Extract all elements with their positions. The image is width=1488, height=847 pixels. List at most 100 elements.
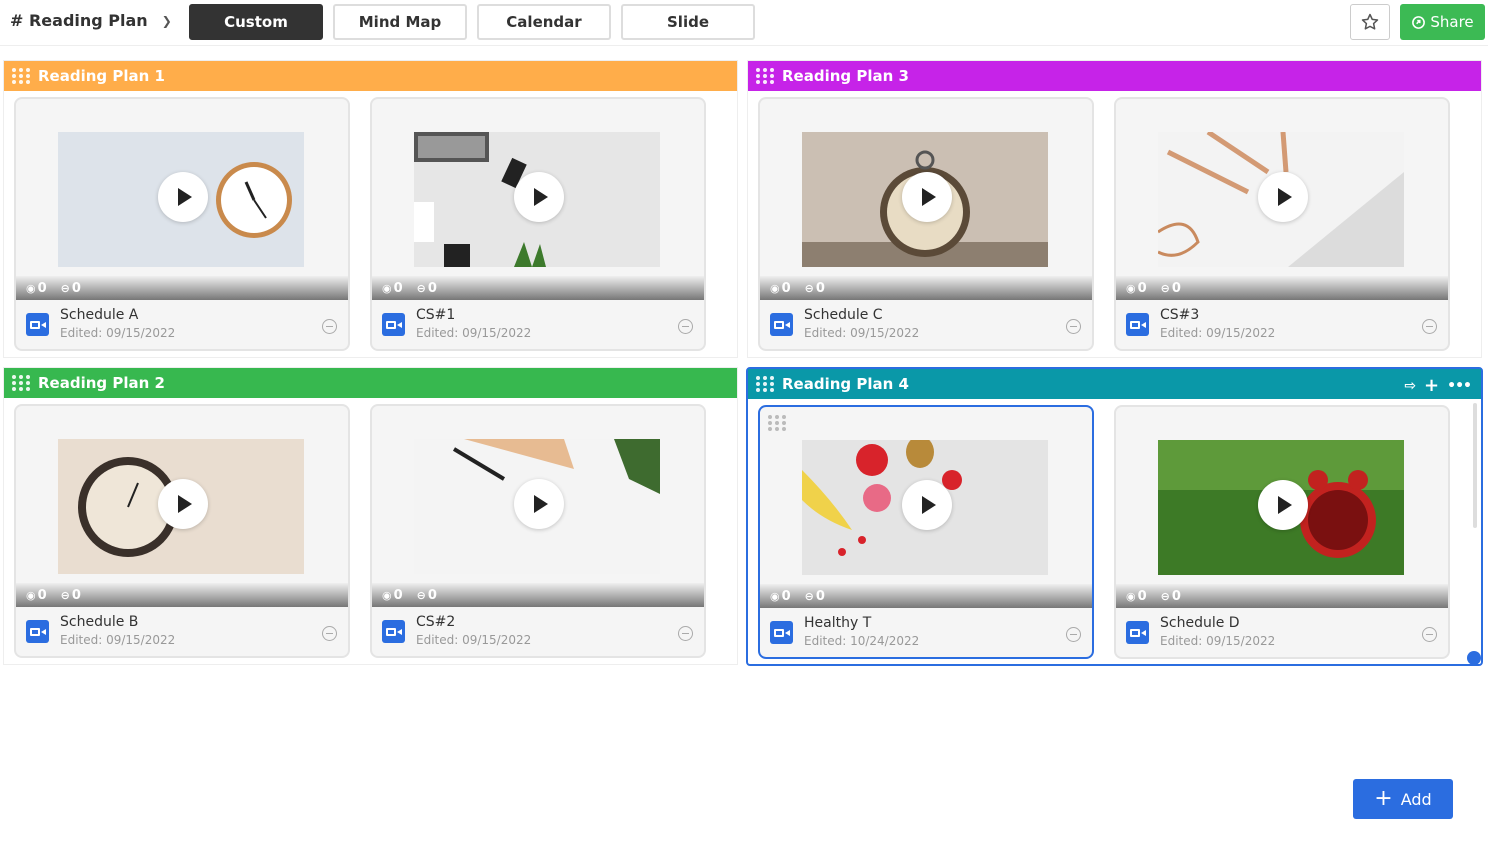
remove-icon[interactable] [1066,319,1081,334]
stats-bar: ◉ 0 ⊖ 0 [372,583,704,607]
card-cs3[interactable]: ◉ 0 ⊖ 0 CS#3 Edited: 09/15/2022 [1114,97,1450,351]
video-icon [1126,313,1149,336]
play-button[interactable] [514,479,564,529]
card-schedule-d[interactable]: ◉ 0 ⊖ 0 Schedule D Edited: 09/15/2022 [1114,405,1450,659]
comment-count: ⊖ 0 [1160,588,1181,604]
remove-icon[interactable] [678,319,693,334]
card-schedule-b[interactable]: ◉ 0 ⊖ 0 Schedule B Edited: 09/15/2022 [14,404,350,658]
comment-count: ⊖ 0 [416,280,437,296]
video-icon [26,313,49,336]
remove-icon[interactable] [1422,627,1437,642]
board-title-dropdown[interactable]: # Reading Plan ❯ [10,11,172,30]
tab-mind-map[interactable]: Mind Map [333,4,467,40]
card-title: CS#3 [1160,307,1200,323]
card-cs2[interactable]: ◉ 0 ⊖ 0 CS#2 Edited: 09/15/2022 [370,404,706,658]
stats-bar: ◉ 0 ⊖ 0 [1116,276,1448,300]
comment-icon: ⊖ [60,588,70,602]
card-title: CS#1 [416,307,456,323]
card-title: Schedule A [60,307,139,323]
more-icon[interactable]: ••• [1447,378,1472,394]
tab-slide[interactable]: Slide [621,4,755,40]
eye-icon: ◉ [770,589,780,603]
card-date: Edited: 09/15/2022 [60,633,176,647]
group-header[interactable]: Reading Plan 2 [4,368,737,398]
top-toolbar: # Reading Plan ❯ Custom Mind Map Calenda… [0,0,1488,46]
view-count: ◉ 0 [1126,588,1147,604]
group-reading-plan-4: Reading Plan 4 ⇨ + ••• ◉ 0 ⊖ 0 Healthy T E… [746,367,1483,666]
comment-count: ⊖ 0 [804,588,825,604]
play-button[interactable] [158,172,208,222]
comment-icon: ⊖ [804,589,814,603]
tab-calendar[interactable]: Calendar [477,4,611,40]
drag-handle-icon[interactable] [12,375,30,391]
collapse-icon[interactable]: ⇨ [1404,378,1416,394]
video-icon [770,313,793,336]
view-count: ◉ 0 [382,587,403,603]
card-schedule-c[interactable]: ◉ 0 ⊖ 0 Schedule C Edited: 09/15/2022 [758,97,1094,351]
video-icon [26,620,49,643]
add-button[interactable]: + Add [1353,779,1453,819]
play-button[interactable] [1258,480,1308,530]
comment-icon: ⊖ [1160,589,1170,603]
group-header[interactable]: Reading Plan 1 [4,61,737,91]
card-cs1[interactable]: ◉ 0 ⊖ 0 CS#1 Edited: 09/15/2022 [370,97,706,351]
group-header[interactable]: Reading Plan 4 ⇨ + ••• [748,369,1481,399]
remove-icon[interactable] [322,626,337,641]
eye-icon: ◉ [1126,281,1136,295]
video-icon [1126,621,1149,644]
card-info: Schedule C Edited: 09/15/2022 [760,300,1092,349]
play-button[interactable] [158,479,208,529]
comment-count: ⊖ 0 [1160,280,1181,296]
group-header[interactable]: Reading Plan 3 [748,61,1481,91]
play-button[interactable] [902,480,952,530]
plus-icon: + [1374,786,1393,811]
drag-handle-icon[interactable] [12,68,30,84]
view-count: ◉ 0 [26,280,47,296]
eye-icon: ◉ [770,281,780,295]
group-reading-plan-3: Reading Plan 3 ◉ 0 ⊖ 0 Schedule C Edited: … [747,60,1482,358]
card-title: Schedule C [804,307,883,323]
group-actions: ⇨ + ••• [1404,375,1472,396]
share-label: Share [1430,13,1474,31]
add-label: Add [1400,789,1432,809]
remove-icon[interactable] [322,319,337,334]
card-schedule-a[interactable]: ◉ 0 ⊖ 0 Schedule A Edited: 09/15/2022 [14,97,350,351]
stats-bar: ◉ 0 ⊖ 0 [1116,584,1448,608]
card-date: Edited: 09/15/2022 [1160,326,1276,340]
comment-icon: ⊖ [416,281,426,295]
drag-handle-icon[interactable] [756,68,774,84]
tab-custom[interactable]: Custom [189,4,323,40]
play-button[interactable] [514,172,564,222]
group-title: Reading Plan 3 [782,67,909,85]
card-date: Edited: 09/15/2022 [60,326,176,340]
star-icon [1361,13,1379,30]
card-date: Edited: 09/15/2022 [416,326,532,340]
stats-bar: ◉ 0 ⊖ 0 [760,584,1092,608]
resize-handle[interactable] [1467,651,1481,665]
scrollbar[interactable] [1473,403,1477,528]
view-count: ◉ 0 [382,280,403,296]
stats-bar: ◉ 0 ⊖ 0 [16,583,348,607]
play-button[interactable] [902,172,952,222]
stats-bar: ◉ 0 ⊖ 0 [372,276,704,300]
drag-handle-icon[interactable] [756,376,774,392]
card-info: CS#1 Edited: 09/15/2022 [372,300,704,349]
add-icon[interactable]: + [1424,375,1439,396]
comment-count: ⊖ 0 [60,587,81,603]
video-icon [770,621,793,644]
remove-icon[interactable] [1066,627,1081,642]
card-date: Edited: 10/24/2022 [804,634,920,648]
play-button[interactable] [1258,172,1308,222]
eye-icon: ◉ [382,281,392,295]
card-healthy-t[interactable]: ◉ 0 ⊖ 0 Healthy T Edited: 10/24/2022 [758,405,1094,659]
card-title: Healthy T [804,615,872,631]
view-count: ◉ 0 [770,280,791,296]
card-title: CS#2 [416,614,456,630]
group-reading-plan-1: Reading Plan 1 ◉ 0 ⊖ 0 Schedule A Edited: … [3,60,738,358]
remove-icon[interactable] [678,626,693,641]
remove-icon[interactable] [1422,319,1437,334]
favorite-button[interactable] [1350,4,1390,40]
share-button[interactable]: Share [1400,4,1485,40]
stats-bar: ◉ 0 ⊖ 0 [16,276,348,300]
drag-handle-icon[interactable] [768,415,786,431]
